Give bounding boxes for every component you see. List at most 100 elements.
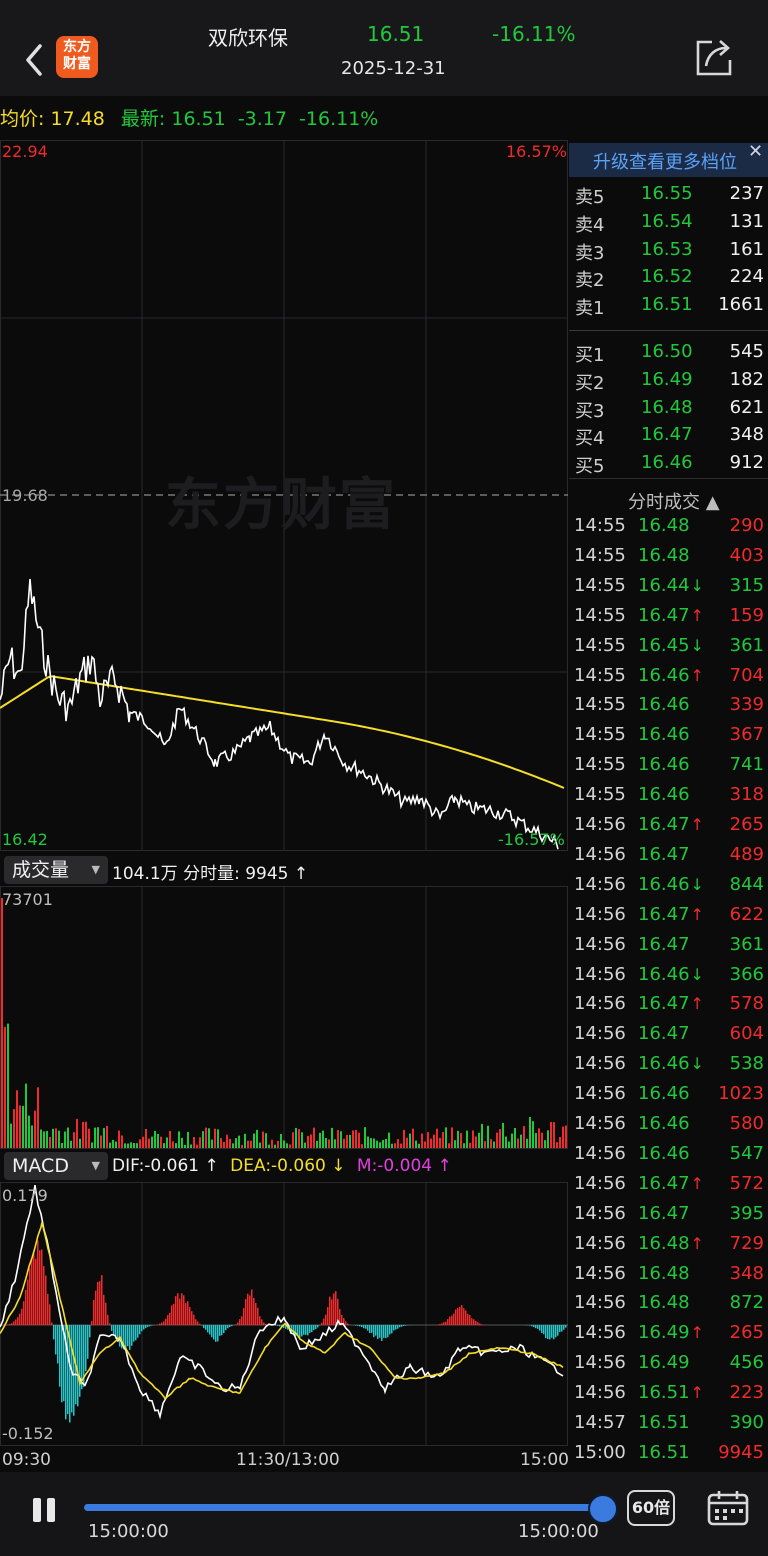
tick-volume: 348 [729,1262,764,1284]
share-icon[interactable] [692,36,736,80]
volume-bar [496,1132,498,1148]
macd-bar [37,1240,39,1325]
tick-price-value: 16.46 [638,1113,690,1134]
volume-bar [358,1132,360,1148]
ticks-divider [569,478,768,479]
pause-icon[interactable] [30,1496,58,1524]
macd-bar [557,1325,559,1336]
tick-time: 14:56 [574,1023,626,1045]
volume-bar [256,1129,258,1148]
volume-bar [349,1134,351,1148]
macd-bar [199,1323,201,1325]
tick-volume: 159 [729,604,764,626]
tick-volume: 339 [729,694,764,716]
intraday-chart[interactable] [0,138,568,1448]
tick-price: 16.46 [638,1143,691,1164]
back-arrow-icon[interactable] [20,40,50,80]
replay-date[interactable]: 2025-12-31 [341,58,446,79]
calendar-icon[interactable] [706,1490,750,1526]
bid-row[interactable]: 买4 16.47 348 [569,424,768,451]
ask-price: 16.55 [641,183,693,204]
macd-bar [239,1319,241,1325]
ask-row[interactable]: 卖1 16.51 1661 [569,294,768,321]
bid-row[interactable]: 买2 16.49 182 [569,369,768,396]
speed-button[interactable]: 60倍 [627,1490,675,1526]
volume-bar [58,1130,60,1148]
upgrade-text[interactable]: 升级查看更多档位 [593,148,737,174]
tick-volume: 844 [729,873,764,895]
close-icon[interactable]: ✕ [748,141,763,162]
ask-label: 卖2 [575,270,605,292]
tick-time: 14:55 [574,544,626,566]
tick-price: 16.47↑ [638,814,704,835]
volume-bar [28,1115,30,1148]
ask-price: 16.53 [641,238,693,260]
volume-bar [163,1143,165,1148]
macd-bar [539,1325,541,1331]
tick-row: 14:56 16.46↓ 538 [569,1053,768,1083]
tick-time: 14:56 [574,963,626,985]
replay-progress-handle[interactable] [588,1494,618,1524]
bid-row[interactable]: 买1 16.50 545 [569,341,768,368]
volume-bar [223,1141,225,1148]
volume-bar [562,1126,564,1148]
ask-row[interactable]: 卖2 16.52 224 [569,266,768,293]
volume-bar [538,1128,540,1148]
volume-bar [547,1130,549,1148]
volume-bar [322,1130,324,1148]
tick-arrow: ↑ [690,605,704,625]
macd-bar [275,1325,277,1326]
tick-volume: 1023 [718,1083,764,1105]
tick-volume: 547 [729,1142,764,1164]
macd-bar [113,1325,115,1335]
macd-bar [373,1325,375,1338]
macd-bar [543,1325,545,1335]
tick-price-value: 16.47 [638,843,690,865]
macd-indicator-select[interactable]: MACD ▼ [4,1152,108,1180]
volume-bar [1,898,3,1148]
volume-bar [85,1121,87,1148]
volume-bar [532,1121,534,1148]
macd-bar [379,1325,381,1338]
volume-bar [325,1138,327,1148]
volume-bar [55,1128,57,1148]
replay-progress-track[interactable] [84,1504,602,1511]
tick-price-value: 16.47 [638,604,690,626]
volume-bar [475,1136,477,1148]
volume-bar [190,1144,192,1148]
ask-row[interactable]: 卖4 16.54 131 [569,211,768,238]
bid-label: 买2 [575,372,605,394]
volume-bar [457,1130,459,1148]
volume-indicator-select[interactable]: 成交量 ▼ [4,856,108,884]
volume-bar [292,1132,294,1148]
ask-row[interactable]: 卖5 16.55 237 [569,183,768,210]
macd-bar [215,1325,217,1342]
tick-price: 16.48↑ [638,1233,704,1254]
ticks-title[interactable]: 分时成交 ▲ [628,488,720,514]
tick-row: 14:56 16.51↑ 223 [569,1382,768,1412]
volume-bar [199,1137,201,1148]
pct-axis-bottom: -16.57% [498,830,565,849]
volume-bar [103,1128,105,1148]
ask-price: 16.52 [641,266,693,288]
tick-price-value: 16.51 [638,1382,690,1404]
macd-bar [385,1325,387,1339]
volume-bar [148,1138,150,1148]
macd-bar [403,1325,405,1326]
macd-bar [361,1325,363,1327]
volume-bar [529,1116,531,1148]
volume-bar [280,1134,282,1148]
ask-row[interactable]: 卖3 16.53 161 [569,239,768,266]
tick-price: 16.47↑ [638,1173,704,1194]
macd-bar [265,1323,267,1325]
price-info-bar: 均价: 17.48 最新: 16.51 -3.17 -16.11% [0,104,378,131]
tick-volume: 578 [729,993,764,1015]
volume-bar [253,1133,255,1148]
tick-price-value: 16.46 [638,963,690,985]
tick-time: 14:56 [574,843,626,865]
macd-bar [59,1325,61,1387]
bid-row[interactable]: 买3 16.48 621 [569,397,768,424]
macd-bar [445,1321,447,1325]
bid-row[interactable]: 买5 16.46 912 [569,452,768,479]
volume-bar [505,1136,507,1148]
